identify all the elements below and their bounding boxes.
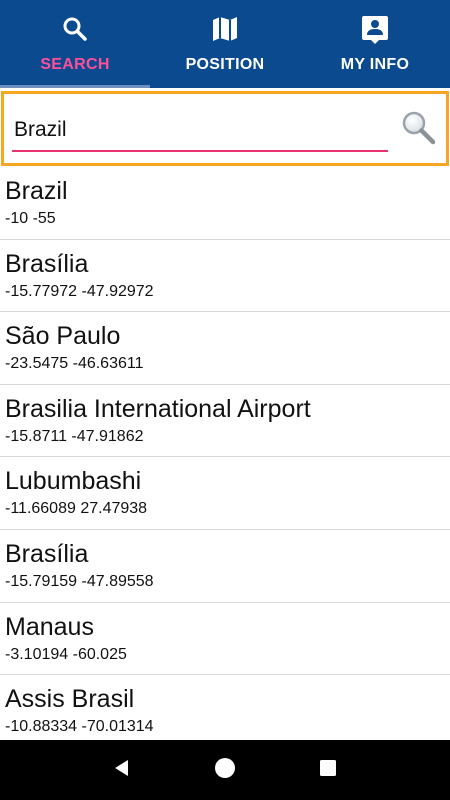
map-icon <box>210 12 240 46</box>
top-tab-bar: SEARCH POSITION MY INFO <box>0 0 450 88</box>
result-name: Brasilia International Airport <box>5 394 311 423</box>
list-item[interactable]: Assis Brasil -10.88334 -70.01314 <box>0 675 450 740</box>
system-nav-bar <box>0 740 450 800</box>
home-circle-icon <box>214 757 236 784</box>
result-name: Lubumbashi <box>5 467 142 496</box>
magnifier-icon <box>399 109 437 152</box>
active-tab-indicator <box>0 85 150 88</box>
recents-button[interactable] <box>308 750 348 790</box>
results-list[interactable]: Brazil -10 -55 Brasília -15.77972 -47.92… <box>0 167 450 740</box>
search-button[interactable] <box>398 110 438 150</box>
result-coordinates: -11.66089 27.47938 <box>5 500 148 518</box>
search-input[interactable] <box>12 110 386 150</box>
result-coordinates: -15.79159 -47.89558 <box>5 572 154 590</box>
list-item[interactable]: São Paulo -23.5475 -46.63611 <box>0 312 450 385</box>
tab-position-label: POSITION <box>185 56 265 73</box>
home-button[interactable] <box>205 750 245 790</box>
list-item[interactable]: Brasilia International Airport -15.8711 … <box>0 385 450 458</box>
tab-search[interactable]: SEARCH <box>0 0 150 88</box>
list-item[interactable]: Lubumbashi -11.66089 27.47938 <box>0 457 450 530</box>
result-name: Brasília <box>5 539 89 568</box>
result-name: São Paulo <box>5 322 121 351</box>
back-triangle-icon <box>112 758 132 783</box>
result-coordinates: -23.5475 -46.63611 <box>5 355 144 373</box>
result-name: Assis Brasil <box>5 685 135 714</box>
search-box <box>1 91 449 166</box>
result-name: Brazil <box>5 177 68 205</box>
tab-my-info-label: MY INFO <box>340 56 410 73</box>
list-item[interactable]: Brasília -15.79159 -47.89558 <box>0 530 450 603</box>
search-input-underline <box>12 150 388 152</box>
list-item[interactable]: Manaus -3.10194 -60.025 <box>0 603 450 676</box>
list-item[interactable]: Brazil -10 -55 <box>0 167 450 240</box>
result-coordinates: -10 -55 <box>5 210 56 227</box>
result-coordinates: -3.10194 -60.025 <box>5 645 127 663</box>
search-icon <box>60 12 90 46</box>
result-name: Manaus <box>5 612 94 641</box>
back-button[interactable] <box>102 750 142 790</box>
tab-position[interactable]: POSITION <box>150 0 300 88</box>
result-coordinates: -10.88334 -70.01314 <box>5 718 154 736</box>
result-name: Brasília <box>5 249 89 278</box>
tab-search-label: SEARCH <box>40 56 110 73</box>
result-coordinates: -15.8711 -47.91862 <box>5 427 144 445</box>
list-item[interactable]: Brasília -15.77972 -47.92972 <box>0 240 450 313</box>
tab-my-info[interactable]: MY INFO <box>300 0 450 88</box>
result-coordinates: -15.77972 -47.92972 <box>5 282 154 300</box>
recents-square-icon <box>318 758 338 783</box>
contact-card-icon <box>360 12 390 46</box>
